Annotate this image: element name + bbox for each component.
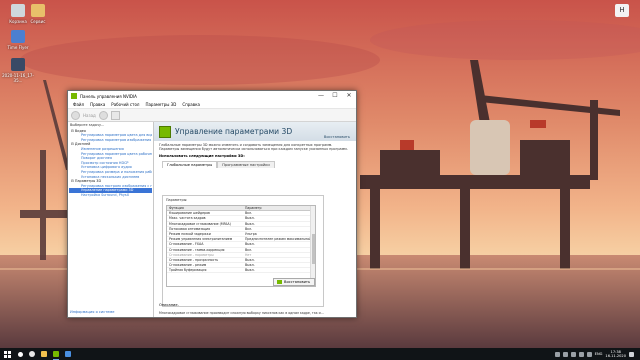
row-function: Сглаживание - прозрачность — [169, 257, 219, 262]
3d-settings-icon — [159, 125, 171, 138]
row-function: Сглаживание - гамма-коррекция — [169, 247, 225, 252]
row-value[interactable]: Вкл. — [243, 227, 315, 231]
minimize-button[interactable]: — — [314, 91, 328, 101]
menu-bar: Файл Правка Рабочий стол Параметры 3D Сп… — [68, 101, 356, 109]
row-function: Потоковая оптимизация — [169, 226, 211, 231]
restore-button-label: Восстановить — [284, 280, 311, 284]
shortcut-glyph: H — [615, 4, 629, 17]
notification-icon[interactable] — [629, 351, 634, 357]
language-indicator[interactable]: ENG — [595, 352, 603, 356]
page-description: Глобальные параметры 3D можно изменять и… — [159, 143, 348, 152]
grid-scrollbar[interactable] — [310, 206, 315, 286]
app-taskbar-icon[interactable] — [62, 348, 74, 360]
system-tray: ENG 17:38 16.11.2020 — [554, 348, 640, 360]
row-function: Тройная буферизация — [169, 268, 207, 273]
volume-icon[interactable] — [586, 351, 592, 357]
system-info-link[interactable]: Информация о системе — [70, 310, 114, 315]
row-function: Макс. частота кадров — [169, 216, 206, 221]
file-icon[interactable]: 2020-11-16_17-35... — [2, 58, 34, 83]
tab-global-settings[interactable]: Глобальные параметры — [162, 161, 218, 169]
tree-item-desktop-size[interactable]: Регулировка размера и положения рабочего… — [69, 170, 152, 175]
time-flyer-icon[interactable]: Time Flyer — [2, 30, 34, 50]
row-function: Режим низкой задержки — [169, 231, 211, 236]
close-button[interactable]: ✕ — [342, 91, 356, 101]
settings-pane: Управление параметрами 3D Восстановить Г… — [154, 122, 356, 317]
row-value: Нет — [245, 252, 252, 257]
row-value[interactable]: Выкл. — [243, 263, 315, 267]
menu-help[interactable]: Справка — [179, 102, 203, 107]
params-label: Параметры: — [166, 198, 188, 202]
window-title: Панель управления NVIDIA — [80, 93, 137, 99]
row-value[interactable]: Выкл. — [243, 268, 315, 272]
toolbar: Назад — [68, 109, 356, 122]
row-value[interactable]: Вкл. — [243, 211, 315, 215]
global-settings-panel: Параметры: Функция Параметр Кэширование … — [162, 195, 324, 307]
row-function: Сглаживание - параметры — [169, 252, 214, 257]
menu-desktop[interactable]: Рабочий стол — [108, 102, 142, 107]
service-icon[interactable]: Сервис — [22, 4, 54, 24]
page-header: Управление параметрами 3D Восстановить — [154, 122, 356, 141]
menu-edit[interactable]: Правка — [87, 102, 108, 107]
row-function: Кэширование шейдеров — [169, 211, 210, 216]
network-icon[interactable] — [578, 351, 584, 357]
tray-app-icon[interactable] — [570, 351, 576, 357]
nvidia-taskbar-icon[interactable] — [50, 348, 62, 360]
desktop-icon-label: 2020-11-16_17-35... — [2, 73, 34, 83]
menu-3d-settings[interactable]: Параметры 3D — [142, 102, 179, 107]
scrollbar-thumb[interactable] — [312, 234, 315, 264]
task-tree-pane: Выберите задачу... ⊟ Видео Регулировка п… — [68, 122, 154, 317]
maximize-button[interactable]: ☐ — [328, 91, 342, 101]
nvidia-control-panel-window[interactable]: Панель управления NVIDIA — ☐ ✕ Файл Прав… — [67, 90, 357, 318]
nvidia-icon — [71, 93, 77, 99]
desktop-icon-label: Сервис — [30, 19, 46, 24]
table-row[interactable]: Тройная буферизация Выкл. — [167, 268, 315, 274]
search-icon[interactable] — [14, 348, 26, 360]
start-button[interactable] — [0, 348, 14, 360]
row-value[interactable]: Ультра — [243, 232, 315, 236]
date-label: 16.11.2020 — [605, 354, 626, 358]
back-label[interactable]: Назад — [83, 113, 96, 118]
shortcut-icon[interactable]: H — [606, 4, 638, 19]
nvidia-check-icon — [277, 280, 282, 284]
row-value[interactable]: Выкл. — [243, 258, 315, 262]
windows-icon — [3, 350, 11, 358]
tree-item-surround-physx[interactable]: Настройка Surround, PhysX — [69, 193, 152, 198]
row-value[interactable]: Выкл. — [243, 242, 315, 246]
description-label: Описание. — [159, 303, 179, 307]
clock[interactable]: 17:38 16.11.2020 — [605, 350, 626, 358]
desktop-icon-label: Time Flyer — [7, 45, 29, 50]
row-function: Сглаживание - FXAA — [169, 242, 204, 247]
tray-app-icon[interactable] — [562, 351, 568, 357]
row-value[interactable]: Выкл. — [243, 222, 315, 226]
settings-tabs: Глобальные параметры Программные настрой… — [162, 161, 356, 169]
title-bar[interactable]: Панель управления NVIDIA — ☐ ✕ — [68, 91, 356, 101]
row-function: Многокадровое сглаживание (MFAA) — [169, 221, 231, 226]
restore-defaults-link[interactable]: Восстановить — [324, 135, 350, 139]
row-function: Режим управления электропитанием — [169, 237, 233, 242]
settings-grid: Функция Параметр Кэширование шейдеров Вкл… — [166, 205, 316, 287]
forward-arrow-icon[interactable] — [98, 110, 108, 120]
back-arrow-icon[interactable] — [71, 110, 80, 120]
task-header: Выберите задачу... — [70, 123, 105, 127]
column-header-function: Функция — [169, 206, 184, 210]
restore-button[interactable]: Восстановить — [273, 278, 315, 286]
row-value[interactable]: Выкл. — [243, 216, 315, 220]
row-function: Сглаживание - режим — [169, 263, 207, 268]
row-value[interactable]: Предпочтителен режим максимальной п... — [243, 237, 315, 241]
tab-program-settings[interactable]: Программные настройки — [217, 161, 275, 169]
row-value[interactable]: Вкл. — [243, 248, 315, 252]
menu-file[interactable]: Файл — [70, 102, 87, 107]
home-icon[interactable] — [110, 110, 120, 120]
file-explorer-icon[interactable] — [38, 348, 50, 360]
yandex-browser-icon[interactable] — [26, 348, 38, 360]
tray-app-icon[interactable] — [554, 351, 560, 357]
use-settings-label: Использовать следующие настройки 3D: — [159, 154, 245, 159]
description-text: Многокадровое сглаживание производит сло… — [159, 311, 324, 315]
page-title: Управление параметрами 3D — [175, 127, 293, 136]
taskbar: ENG 17:38 16.11.2020 — [0, 348, 640, 360]
column-header-param: Параметр — [245, 206, 262, 210]
